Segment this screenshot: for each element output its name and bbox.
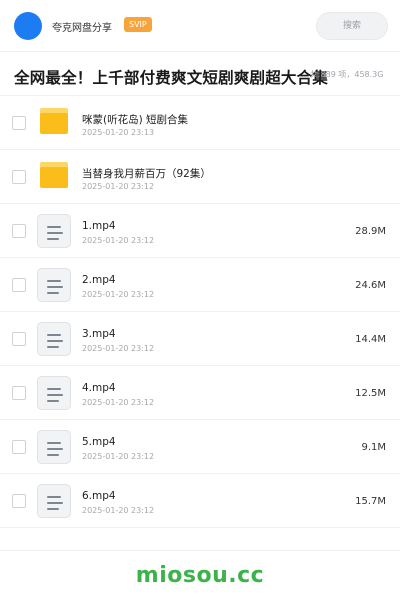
list-item[interactable]: 6.mp4 2025-01-20 23:12 15.7M — [0, 474, 400, 528]
list-item[interactable]: 2.mp4 2025-01-20 23:12 24.6M — [0, 258, 400, 312]
item-name[interactable]: 咪蒙(听花岛) 短剧合集 — [82, 112, 188, 127]
app-header: 夸克网盘分享 SVIP 搜索 — [0, 0, 400, 52]
watermark-text: miosou.cc — [135, 563, 265, 588]
item-size: 24.6M — [355, 280, 386, 291]
list-item[interactable]: 4.mp4 2025-01-20 23:12 12.5M — [0, 366, 400, 420]
avatar[interactable] — [14, 12, 42, 40]
item-size: 15.7M — [355, 496, 386, 507]
select-checkbox[interactable] — [12, 440, 26, 454]
search-input[interactable]: 搜索 — [316, 12, 388, 40]
item-name[interactable]: 6.mp4 — [82, 490, 116, 502]
list-item[interactable]: 5.mp4 2025-01-20 23:12 9.1M — [0, 420, 400, 474]
item-date: 2025-01-20 23:12 — [82, 344, 155, 353]
item-size: 12.5M — [355, 388, 386, 399]
item-size: 9.1M — [361, 442, 386, 453]
list-item[interactable]: 1.mp4 2025-01-20 23:12 28.9M — [0, 204, 400, 258]
list-item[interactable]: 3.mp4 2025-01-20 23:12 14.4M — [0, 312, 400, 366]
brand-name: 夸克网盘分享 — [52, 23, 112, 34]
page-title: 全网最全！上千部付费爽文短剧爽剧超大合集 — [14, 69, 329, 87]
video-file-icon — [37, 430, 71, 464]
video-file-icon — [37, 484, 71, 518]
item-date: 2025-01-20 23:12 — [82, 452, 155, 461]
video-file-icon — [37, 268, 71, 302]
item-size: 28.9M — [355, 226, 386, 237]
share-title-row: 全网最全！上千部付费爽文短剧爽剧超大合集 共 889 项，458.3G — [0, 52, 400, 96]
video-file-icon — [37, 214, 71, 248]
item-name[interactable]: 3.mp4 — [82, 328, 116, 340]
item-date: 2025-01-20 23:12 — [82, 506, 155, 515]
select-checkbox[interactable] — [12, 332, 26, 346]
share-meta: 共 889 项，458.3G — [310, 70, 384, 79]
select-checkbox[interactable] — [12, 170, 26, 184]
item-name[interactable]: 2.mp4 — [82, 274, 116, 286]
select-checkbox[interactable] — [12, 386, 26, 400]
select-checkbox[interactable] — [12, 494, 26, 508]
folder-icon — [40, 108, 68, 134]
list-item[interactable]: 当替身我月薪百万（92集） 2025-01-20 23:12 — [0, 150, 400, 204]
footer: miosou.cc — [0, 550, 400, 600]
item-date: 2025-01-20 23:12 — [82, 236, 155, 245]
file-list: 咪蒙(听花岛) 短剧合集 2025-01-20 23:13 当替身我月薪百万（9… — [0, 96, 400, 528]
item-name[interactable]: 4.mp4 — [82, 382, 116, 394]
video-file-icon — [37, 322, 71, 356]
item-size: 14.4M — [355, 334, 386, 345]
select-checkbox[interactable] — [12, 278, 26, 292]
item-date: 2025-01-20 23:12 — [82, 398, 155, 407]
item-date: 2025-01-20 23:12 — [82, 290, 155, 299]
list-item[interactable]: 咪蒙(听花岛) 短剧合集 2025-01-20 23:13 — [0, 96, 400, 150]
folder-icon — [40, 162, 68, 188]
item-name[interactable]: 1.mp4 — [82, 220, 116, 232]
select-checkbox[interactable] — [12, 116, 26, 130]
svip-badge: SVIP — [124, 17, 152, 32]
select-checkbox[interactable] — [12, 224, 26, 238]
item-name[interactable]: 5.mp4 — [82, 436, 116, 448]
video-file-icon — [37, 376, 71, 410]
item-date: 2025-01-20 23:13 — [82, 128, 155, 137]
item-date: 2025-01-20 23:12 — [82, 182, 155, 191]
item-name[interactable]: 当替身我月薪百万（92集） — [82, 166, 211, 181]
